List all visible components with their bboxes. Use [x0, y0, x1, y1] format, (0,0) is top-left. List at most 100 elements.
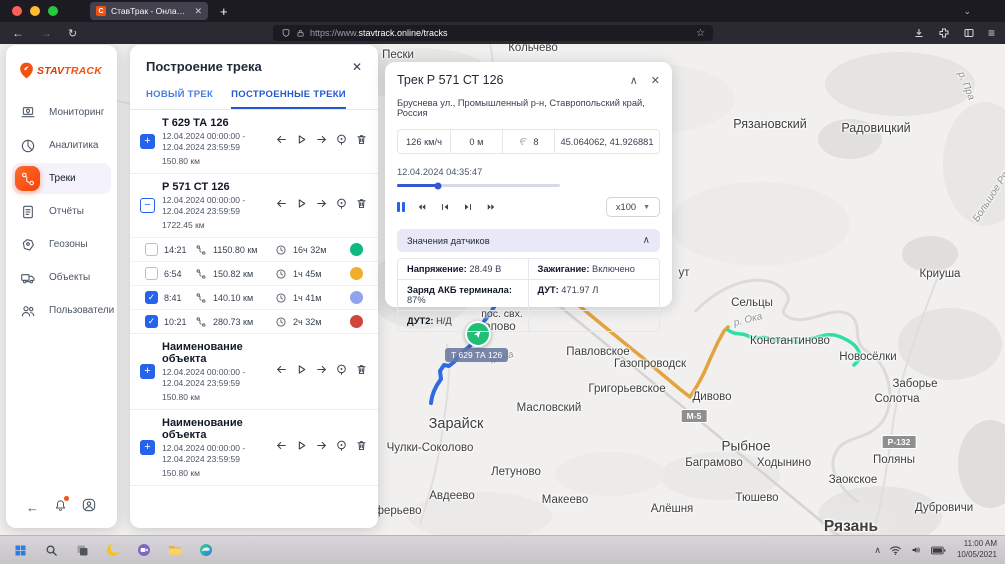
track-name: Р 571 СТ 126 — [162, 181, 268, 193]
segment-checkbox[interactable] — [145, 243, 158, 256]
file-explorer-icon[interactable] — [163, 538, 187, 562]
sidebar-item-аналитика[interactable]: Аналитика — [12, 130, 111, 161]
task-view-icon[interactable] — [70, 538, 94, 562]
bookmark-star-icon[interactable]: ☆ — [696, 28, 705, 39]
jump-end-icon[interactable] — [315, 133, 328, 151]
volume-icon[interactable] — [910, 544, 923, 556]
jump-end-icon[interactable] — [315, 363, 328, 381]
menu-icon[interactable]: ≡ — [988, 26, 995, 40]
back-button[interactable]: ← — [12, 26, 24, 40]
route-icon — [195, 292, 207, 304]
map-place-label: Дубровичи — [915, 502, 973, 514]
collapse-panel-icon[interactable]: ∧ — [630, 74, 638, 87]
clock-icon — [275, 244, 287, 256]
expand-toggle[interactable]: + — [140, 134, 155, 149]
tab[interactable]: НОВЫЙ ТРЕК — [146, 84, 213, 109]
play-track-icon[interactable] — [295, 363, 308, 381]
teams-icon[interactable] — [132, 538, 156, 562]
taskbar-clock[interactable]: 11:00 AM 10/05/2021 — [957, 539, 997, 561]
slider-knob[interactable] — [434, 182, 441, 189]
close-detail-icon[interactable]: ✕ — [651, 74, 660, 87]
expand-toggle[interactable]: + — [140, 440, 155, 455]
segment-checkbox[interactable] — [145, 267, 158, 280]
jump-start-icon[interactable] — [275, 133, 288, 151]
sensors-section-header[interactable]: Значения датчиков ∧ — [397, 229, 660, 252]
edge-icon[interactable] — [194, 538, 218, 562]
new-tab-button[interactable]: + — [220, 4, 228, 19]
minimize-window-button[interactable] — [30, 6, 40, 16]
route-icon — [195, 244, 207, 256]
collapse-sidebar-icon[interactable]: ← — [26, 500, 39, 515]
sensors-collapse-icon[interactable]: ∧ — [643, 235, 650, 246]
url-bar[interactable]: https://www.stavtrack.online/tracks ☆ — [273, 25, 713, 41]
locate-on-map-icon[interactable] — [335, 197, 348, 215]
window-controls[interactable] — [12, 6, 58, 16]
downloads-icon[interactable] — [913, 27, 925, 39]
delete-track-icon[interactable] — [355, 133, 368, 151]
profile-icon[interactable] — [81, 497, 97, 518]
close-window-button[interactable] — [12, 6, 22, 16]
locate-on-map-icon[interactable] — [335, 439, 348, 457]
tab-overflow-chevron-icon[interactable]: ⌄ — [963, 6, 971, 17]
tracking-shield-icon[interactable] — [281, 28, 291, 38]
clock-time: 11:00 AM — [957, 539, 997, 550]
fast-forward-button[interactable] — [485, 201, 497, 213]
notifications-bell-icon[interactable] — [53, 498, 68, 518]
browser-tab[interactable]: C СтавТрак - Онлайн мониторин ✕ — [90, 2, 208, 20]
sidebar-item-треки[interactable]: Треки — [12, 163, 111, 194]
sidebar-item-мониторинг[interactable]: Мониторинг — [12, 97, 111, 128]
jump-end-icon[interactable] — [315, 439, 328, 457]
step-forward-button[interactable] — [462, 201, 474, 213]
sensors-table: Напряжение: 28.49 ВЗажигание: ВключеноЗа… — [397, 258, 660, 332]
pause-button[interactable] — [397, 202, 405, 212]
playback-speed-select[interactable]: x100▼ — [606, 197, 660, 217]
rewind-button[interactable] — [416, 201, 428, 213]
locate-on-map-icon[interactable] — [335, 133, 348, 151]
step-back-button[interactable] — [439, 201, 451, 213]
expand-toggle[interactable]: − — [140, 198, 155, 213]
locate-on-map-icon[interactable] — [335, 363, 348, 381]
segment-checkbox[interactable]: ✓ — [145, 291, 158, 304]
expand-toggle[interactable]: + — [140, 364, 155, 379]
sidebar-item-пользователи[interactable]: Пользователи — [12, 295, 111, 326]
jump-start-icon[interactable] — [275, 363, 288, 381]
reload-button[interactable]: ↻ — [68, 27, 77, 40]
forward-button[interactable]: → — [40, 26, 52, 40]
sidebar-item-отчёты[interactable]: Отчёты — [12, 196, 111, 227]
play-track-icon[interactable] — [295, 133, 308, 151]
playback-slider[interactable] — [397, 184, 560, 187]
segment-checkbox[interactable]: ✓ — [145, 315, 158, 328]
close-panel-icon[interactable]: ✕ — [352, 60, 362, 74]
sidebar-item-геозоны[interactable]: Геозоны — [12, 229, 111, 260]
sidebar-item-объекты[interactable]: Объекты — [12, 262, 111, 293]
map-place-label: Тюшево — [735, 492, 778, 504]
jump-start-icon[interactable] — [275, 197, 288, 215]
road-badge: М-5 — [681, 409, 708, 423]
speed-value: 126 км/ч — [398, 130, 451, 153]
play-track-icon[interactable] — [295, 439, 308, 457]
jump-end-icon[interactable] — [315, 197, 328, 215]
jump-start-icon[interactable] — [275, 439, 288, 457]
tab-close-icon[interactable]: ✕ — [194, 6, 202, 17]
map-place-label: Заборье — [892, 378, 937, 390]
delete-track-icon[interactable] — [355, 197, 368, 215]
maximize-window-button[interactable] — [48, 6, 58, 16]
start-button[interactable] — [8, 538, 32, 562]
satellites-value: 8 — [503, 130, 555, 153]
delete-track-icon[interactable] — [355, 363, 368, 381]
map-place-label: Рязановский — [733, 117, 806, 131]
vehicle-label-badge[interactable]: Т 629 ТА 126 — [445, 348, 508, 362]
extensions-icon[interactable] — [938, 27, 950, 39]
tray-chevron-icon[interactable]: ∧ — [874, 545, 881, 556]
tab[interactable]: ПОСТРОЕННЫЕ ТРЕКИ — [231, 84, 346, 109]
route-icon — [195, 268, 207, 280]
browser-tab-bar: C СтавТрак - Онлайн мониторин ✕ + ⌄ — [0, 0, 1005, 22]
firefox-icon[interactable] — [101, 538, 125, 562]
track-segment-row: 6:54 150.82 км 1ч 45м — [130, 261, 378, 285]
play-track-icon[interactable] — [295, 197, 308, 215]
wifi-icon[interactable] — [889, 545, 902, 556]
delete-track-icon[interactable] — [355, 439, 368, 457]
sidebar-toggle-icon[interactable] — [963, 27, 975, 39]
battery-icon[interactable] — [931, 545, 946, 556]
search-icon[interactable] — [39, 538, 63, 562]
